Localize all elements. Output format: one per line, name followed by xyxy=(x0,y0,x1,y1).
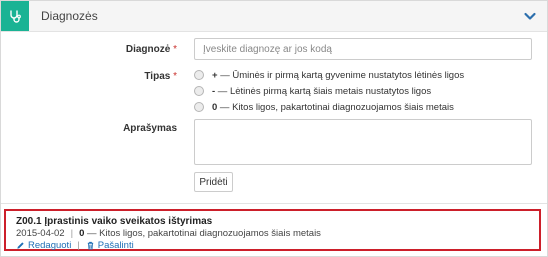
trash-icon xyxy=(87,241,93,250)
radio-button[interactable] xyxy=(194,86,204,96)
remove-label: Pašalinti xyxy=(97,240,134,251)
diagnosis-input[interactable] xyxy=(194,38,532,60)
entry-title: Z00.1 Įprastinis vaiko sveikatos ištyrim… xyxy=(16,216,213,227)
diagnosis-label-text: Diagnozė xyxy=(125,44,171,55)
description-label-text: Aprašymas xyxy=(123,123,177,134)
entry-meta: 2015-04-02 | 0 — Kitos ligos, pakartotinai… xyxy=(16,228,321,239)
required-mark: * xyxy=(173,71,177,82)
type-option-text: — Lėtinės pirmą kartą šiais metais nusta… xyxy=(215,85,432,97)
type-option-label: 0 — Kitos ligos, pakartotinai diagnozuoj… xyxy=(212,102,454,113)
type-label: Tipas * xyxy=(1,71,177,82)
panel-header[interactable]: Diagnozės xyxy=(1,1,547,32)
chevron-down-icon[interactable] xyxy=(523,9,537,23)
meta-separator: | xyxy=(70,228,74,239)
diagnosis-entry: Z00.1 Įprastinis vaiko sveikatos ištyrim… xyxy=(4,209,541,251)
type-option-repeat[interactable]: 0 — Kitos ligos, pakartotinai diagnozuoj… xyxy=(194,100,454,114)
radio-button[interactable] xyxy=(194,102,204,112)
required-mark: * xyxy=(173,44,177,55)
entry-date: 2015-04-02 xyxy=(16,228,65,239)
add-diagnosis-button[interactable]: Pridėti xyxy=(194,172,233,192)
remove-link[interactable]: Pašalinti xyxy=(86,240,134,251)
stethoscope-icon xyxy=(1,1,29,31)
pencil-icon xyxy=(17,242,24,249)
panel-title: Diagnozės xyxy=(41,9,98,23)
type-option-text: — Ūminės ir pirmą kartą gyvenime nustaty… xyxy=(217,69,465,81)
type-option-text: — Kitos ligos, pakartotinai diagnozuojam… xyxy=(217,101,454,113)
type-label-text: Tipas xyxy=(144,71,171,82)
diagnosis-label: Diagnozė * xyxy=(1,44,177,55)
type-option-acute[interactable]: + — Ūminės ir pirmą kartą gyvenime nusta… xyxy=(194,68,464,82)
type-option-chronic[interactable]: - — Lėtinės pirmą kartą šiais metais nus… xyxy=(194,84,431,98)
entry-type-text: — Kitos ligos, pakartotinai diagnozuojam… xyxy=(84,228,321,239)
type-option-label: + — Ūminės ir pirmą kartą gyvenime nusta… xyxy=(212,70,464,81)
diagnoses-panel: Diagnozės Diagnozė * Tipas * + — Ūminės … xyxy=(0,0,548,257)
description-textarea[interactable] xyxy=(194,119,532,165)
edit-label: Redaguoti xyxy=(28,240,72,251)
edit-link[interactable]: Redaguoti xyxy=(16,240,71,251)
type-option-label: - — Lėtinės pirmą kartą šiais metais nus… xyxy=(212,86,431,97)
divider xyxy=(1,203,547,204)
description-label: Aprašymas xyxy=(1,123,177,134)
entry-actions: Redaguoti | Pašalinti xyxy=(16,240,134,251)
action-separator: | xyxy=(77,240,80,251)
radio-button[interactable] xyxy=(194,70,204,80)
